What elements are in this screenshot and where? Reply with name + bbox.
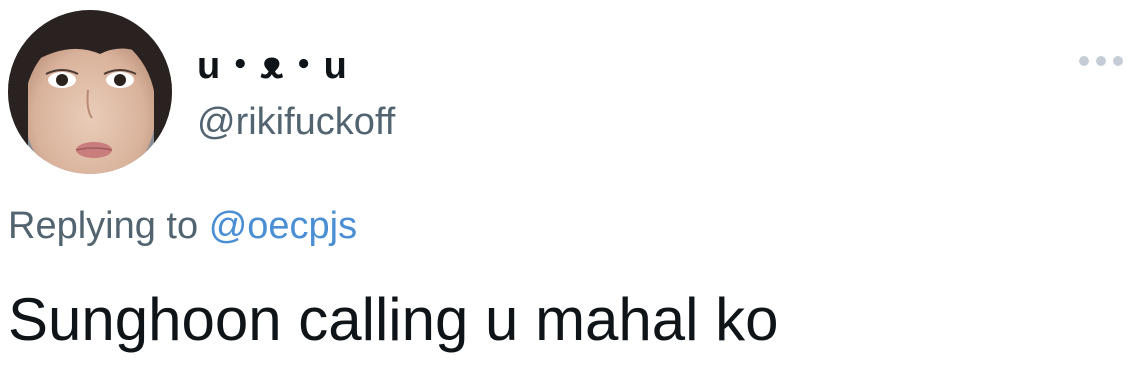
tweet-card: u・ᴥ・u @rikifuckoff Replying to @oecpjs S… bbox=[0, 0, 1134, 378]
avatar-image bbox=[8, 10, 172, 174]
more-horizontal-icon bbox=[1079, 56, 1123, 66]
replying-to-label: Replying to bbox=[8, 205, 199, 247]
tweet-text: Sunghoon calling u mahal ko bbox=[8, 286, 779, 353]
replying-to-line: Replying to @oecpjs bbox=[8, 202, 357, 250]
more-options-button[interactable] bbox=[1074, 44, 1128, 78]
avatar[interactable] bbox=[8, 10, 172, 174]
reply-mention-link[interactable]: @oecpjs bbox=[209, 205, 357, 247]
author-display-name[interactable]: u・ᴥ・u bbox=[197, 42, 348, 90]
author-handle[interactable]: @rikifuckoff bbox=[197, 98, 395, 146]
